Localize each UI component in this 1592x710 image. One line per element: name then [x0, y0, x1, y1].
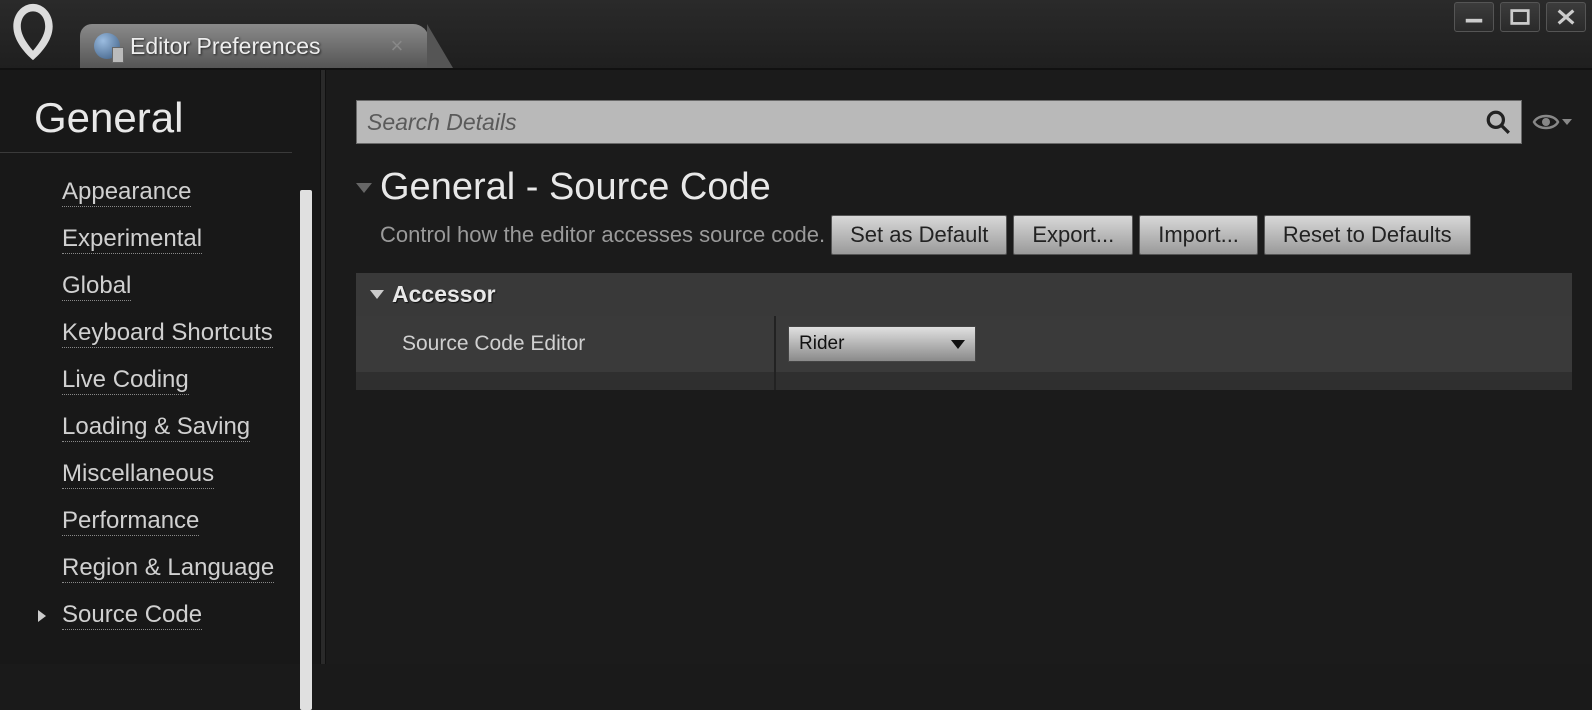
sidebar-item-source-code[interactable]: Source Code [62, 592, 292, 639]
active-indicator-icon [38, 610, 46, 622]
sidebar-scrollbar[interactable] [300, 190, 312, 710]
section-title: Accessor [392, 281, 496, 308]
minimize-button[interactable] [1454, 2, 1494, 32]
panel-description: Control how the editor accesses source c… [380, 222, 825, 248]
property-row-source-code-editor: Source Code Editor Rider [356, 316, 1572, 372]
tab-editor-preferences[interactable]: Editor Preferences × [80, 24, 429, 68]
main-panel: General - Source Code Control how the ed… [326, 70, 1592, 664]
tab-close-icon[interactable]: × [390, 33, 403, 59]
titlebar: Editor Preferences × [0, 0, 1592, 68]
collapse-icon[interactable] [356, 183, 372, 193]
section-footer [356, 372, 1572, 390]
sidebar-item-loading-saving[interactable]: Loading & Saving [62, 404, 292, 451]
set-as-default-button[interactable]: Set as Default [831, 215, 1007, 255]
unreal-logo-icon [8, 2, 58, 62]
chevron-down-icon [1562, 119, 1572, 125]
sidebar: General Appearance Experimental Global K… [0, 70, 320, 664]
section-collapse-icon [370, 290, 384, 299]
sidebar-item-region-language[interactable]: Region & Language [62, 545, 292, 592]
maximize-button[interactable] [1500, 2, 1540, 32]
sidebar-item-global[interactable]: Global [62, 263, 292, 310]
import-button[interactable]: Import... [1139, 215, 1258, 255]
tab-title: Editor Preferences [130, 33, 320, 60]
chevron-down-icon [951, 340, 965, 349]
search-input[interactable] [367, 109, 1485, 136]
sidebar-item-experimental[interactable]: Experimental [62, 216, 292, 263]
sidebar-item-miscellaneous[interactable]: Miscellaneous [62, 451, 292, 498]
sidebar-item-appearance[interactable]: Appearance [62, 169, 292, 216]
source-code-editor-dropdown[interactable]: Rider [788, 326, 976, 362]
close-button[interactable] [1546, 2, 1586, 32]
section-accessor: Accessor Source Code Editor Rider [356, 273, 1572, 390]
sidebar-nav-list: Appearance Experimental Global Keyboard … [0, 169, 292, 639]
sidebar-category-title: General [0, 90, 292, 153]
preferences-icon [94, 33, 120, 59]
view-options-dropdown[interactable] [1532, 107, 1572, 137]
panel-title: General - Source Code [380, 166, 771, 209]
section-header[interactable]: Accessor [356, 273, 1572, 316]
property-label: Source Code Editor [356, 316, 776, 372]
dropdown-value: Rider [799, 333, 844, 355]
window-controls [1454, 2, 1586, 32]
scrollbar-thumb[interactable] [300, 190, 312, 710]
export-button[interactable]: Export... [1013, 215, 1133, 255]
sidebar-item-keyboard-shortcuts[interactable]: Keyboard Shortcuts [62, 310, 292, 357]
search-icon [1485, 109, 1511, 135]
sidebar-item-live-coding[interactable]: Live Coding [62, 357, 292, 404]
reset-to-defaults-button[interactable]: Reset to Defaults [1264, 215, 1471, 255]
sidebar-item-performance[interactable]: Performance [62, 498, 292, 545]
search-box[interactable] [356, 100, 1522, 144]
